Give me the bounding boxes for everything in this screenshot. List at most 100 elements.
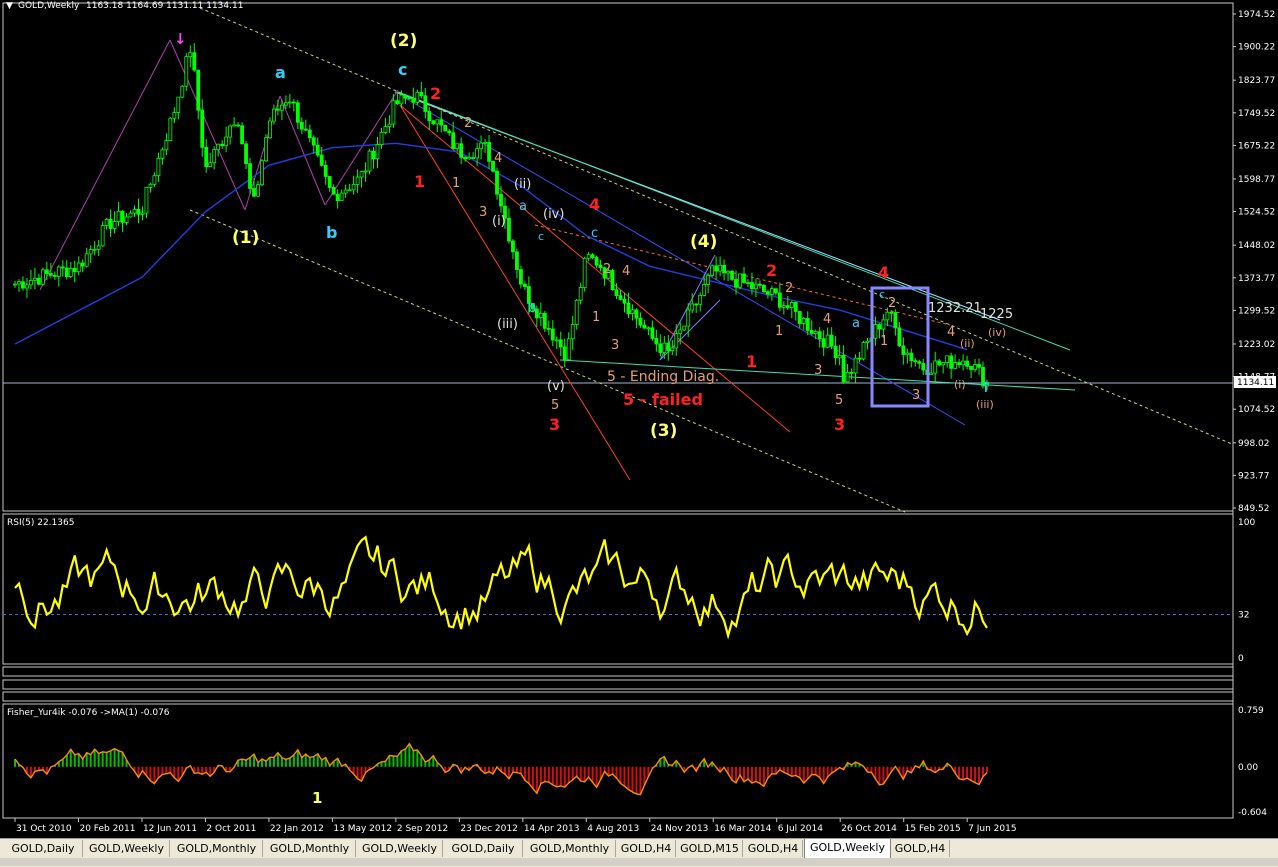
candle-body (383, 126, 388, 133)
chart-tab-1[interactable]: GOLD,Weekly (84, 840, 170, 857)
candle-body (941, 362, 946, 366)
candle-body (877, 324, 882, 330)
candle-body (423, 95, 428, 112)
candle-body (546, 327, 551, 330)
candle-body (455, 143, 460, 149)
candle-body (865, 340, 870, 343)
chart-tab-2[interactable]: GOLD,Monthly (171, 840, 263, 857)
rsi-indicator: 100 32 0 (3, 518, 1255, 664)
candle-body (419, 91, 424, 97)
candle-body (849, 371, 854, 374)
candle-body (550, 328, 555, 341)
candle-body (734, 279, 738, 288)
candle-body (172, 112, 177, 119)
chart-tab-7[interactable]: GOLD,H4 (617, 840, 676, 857)
chart-title: GOLD,Weekly (18, 1, 80, 11)
wave-label-roman-iii: (iii) (497, 317, 518, 332)
candle-body (92, 248, 97, 251)
candle-body (650, 327, 655, 339)
candle-body (256, 184, 260, 197)
candle-body (674, 333, 679, 349)
fisher-y-tick: 0.759 (1238, 706, 1264, 716)
chart-area[interactable]: ▼ GOLD,Weekly 1163.18 1164.69 1131.11 11… (0, 0, 1278, 838)
wave-label-or-3a: 3 (479, 205, 487, 220)
y-tick-label: 1900.22 (1238, 43, 1275, 53)
candle-body (212, 149, 217, 164)
candle-body (558, 339, 563, 348)
candle-body (463, 156, 468, 160)
wave-label-or-5a: 5 (551, 398, 559, 413)
red-fan-line-1 (399, 104, 631, 481)
wave-label-roman-iv: (iv) (543, 207, 564, 222)
candle-body (789, 301, 794, 308)
chart-tab-4[interactable]: GOLD,Weekly (357, 840, 443, 857)
candle-body (343, 189, 348, 194)
candle-body (873, 324, 878, 339)
candle-body (574, 299, 579, 325)
candle-body (929, 372, 934, 375)
header-menu-icon[interactable]: ▼ (6, 1, 13, 11)
candle-body (136, 209, 141, 215)
x-tick-label: 15 Feb 2015 (905, 824, 961, 834)
candle-body (323, 164, 328, 177)
wave-path-0 (39, 39, 171, 291)
candle-body (829, 334, 834, 347)
candle-body (37, 277, 41, 285)
candle-body (164, 140, 169, 151)
candle-body (295, 102, 300, 123)
candle-body (586, 254, 591, 259)
wave-label-or-2a: 2 (464, 116, 472, 131)
candle-body (738, 273, 742, 288)
candle-body (507, 217, 511, 242)
y-tick-label: 998.02 (1238, 439, 1270, 449)
wave-label-roman-iv-2: (iv) (988, 326, 1006, 339)
candle-body (853, 357, 858, 374)
wave-label-or-5b: 5 (835, 393, 843, 408)
candle-body (44, 269, 49, 274)
candle-body (658, 343, 663, 353)
wave-label-roman-i-2: (i) (954, 378, 966, 391)
candle-body (750, 282, 754, 289)
candle-body (937, 360, 942, 366)
chart-tab-11[interactable]: GOLD,H4 (891, 840, 950, 857)
candle-body (268, 120, 272, 139)
chart-tab-0[interactable]: GOLD,Daily (4, 840, 83, 857)
candle-body (280, 104, 284, 111)
candle-body (730, 270, 734, 280)
candle-body (861, 342, 866, 360)
candle-body (188, 52, 193, 58)
candle-body (228, 125, 233, 138)
candle-body (319, 154, 324, 166)
candle-body (184, 56, 189, 87)
candle-body (953, 362, 958, 369)
status-bar (0, 858, 1278, 866)
candle-body (905, 352, 910, 355)
x-tick-label: 16 Mar 2014 (714, 824, 771, 834)
chart-tab-5[interactable]: GOLD,Daily (444, 840, 523, 857)
candle-body (40, 269, 45, 285)
chart-tab-8[interactable]: GOLD,M15 (677, 840, 743, 857)
wave-label-cyan-c3: c (538, 230, 544, 243)
candle-body (291, 101, 296, 104)
chart-tab-9[interactable]: GOLD,H4 (744, 840, 803, 857)
candle-body (889, 311, 894, 314)
x-tick-label: 4 Aug 2013 (587, 824, 639, 834)
candle-body (276, 108, 280, 111)
wave-label-or-4c: 4 (823, 312, 831, 327)
wave-labels: (2) (1) (4) (3) 1 a c b a b c a c c 2 1 … (232, 31, 1013, 807)
candle-body (120, 210, 125, 223)
candle-body (72, 268, 77, 273)
x-tick-label: 2 Oct 2011 (206, 824, 256, 834)
chart-tab-10[interactable]: GOLD,Weekly (804, 839, 891, 859)
chart-tab-6[interactable]: GOLD,Monthly (524, 840, 616, 857)
chart-tab-3[interactable]: GOLD,Monthly (264, 840, 356, 857)
top-arrow-icon: ↓ (174, 30, 187, 48)
candle-body (845, 371, 850, 383)
candle-body (917, 361, 922, 364)
candle-body (638, 317, 643, 326)
candle-body (287, 101, 292, 104)
wave-label-yellow-2: (2) (390, 31, 417, 51)
rsi-y-tick: 0 (1238, 654, 1244, 664)
candle-body (582, 257, 587, 289)
candle-body (80, 262, 85, 267)
